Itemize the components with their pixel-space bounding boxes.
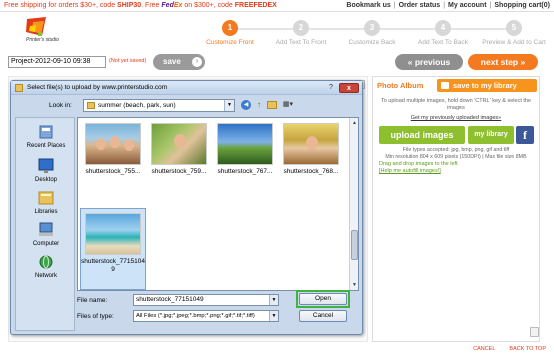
- place-network[interactable]: Network: [16, 254, 76, 279]
- shopping-cart-link[interactable]: Shopping cart(0): [494, 2, 550, 9]
- autofill-help-link[interactable]: [Help me autofill images!]: [379, 168, 441, 174]
- look-in-select[interactable]: summer (beach, park, sun) ▼: [83, 99, 235, 112]
- album-title: Photo Album: [377, 81, 424, 90]
- file-item[interactable]: shutterstock_768...: [278, 123, 344, 176]
- bookmark-link[interactable]: Bookmark us: [346, 2, 390, 9]
- save-button[interactable]: save ›: [153, 54, 205, 70]
- previous-uploads-link[interactable]: Get my previously uploaded images»: [373, 115, 539, 121]
- file-name-input[interactable]: shutterstock_77151049 ▼: [133, 294, 279, 306]
- step-preview-cart[interactable]: 5 Preview & Add to Cart: [479, 20, 549, 46]
- previous-button[interactable]: « previous: [395, 54, 463, 70]
- back-to-top-link[interactable]: BACK TO TOP: [509, 346, 546, 352]
- place-desktop[interactable]: Desktop: [16, 158, 76, 183]
- my-library-button[interactable]: my library: [468, 126, 514, 144]
- scroll-down-icon[interactable]: ▼: [351, 281, 358, 289]
- dialog-title: Select file(s) to upload by www.printers…: [27, 84, 168, 91]
- file-item[interactable]: shutterstock_759...: [146, 123, 212, 176]
- top-links: Bookmark us | Order status | My account | Shop…: [346, 2, 550, 9]
- up-folder-icon[interactable]: ↑: [254, 100, 264, 110]
- dialog-nav-toolbar: ◀ ↑ ▦▾: [241, 99, 301, 112]
- image-thumbnail: [85, 123, 141, 165]
- image-thumbnail: [85, 213, 141, 255]
- step-add-text-back[interactable]: 4 Add Text To Back: [408, 20, 478, 46]
- image-thumbnail: [217, 123, 273, 165]
- place-libraries[interactable]: Libraries: [16, 190, 76, 215]
- recent-places-icon: [39, 125, 53, 139]
- place-computer[interactable]: Computer: [16, 222, 76, 247]
- project-name-input[interactable]: Project-2012-09-10 09:38: [8, 56, 106, 68]
- my-account-link[interactable]: My account: [448, 2, 487, 9]
- new-folder-icon[interactable]: [267, 101, 277, 109]
- places-bar: Recent Places Desktop Libraries Computer…: [15, 117, 75, 331]
- fedex-logo: Fed: [161, 2, 174, 9]
- chevron-down-icon: ▼: [224, 100, 234, 111]
- logo-text: Printer's studio: [26, 37, 59, 43]
- next-step-button[interactable]: next step »: [468, 54, 538, 70]
- folder-icon: [441, 82, 449, 89]
- arrow-right-icon: ›: [192, 57, 202, 67]
- upload-instructions: To upload multiple images, hold down 'CT…: [380, 98, 532, 111]
- file-name-label: File name:: [77, 297, 108, 304]
- save-status: (Not yet saved): [109, 58, 147, 64]
- network-icon: [39, 255, 53, 269]
- close-button[interactable]: x: [339, 83, 359, 93]
- promo-text: Free shipping for orders $30+, code SHIP…: [4, 2, 277, 9]
- upload-images-button[interactable]: upload images: [379, 126, 465, 144]
- drag-drop-note: Drag and drop images to the left: [379, 161, 458, 167]
- chevron-down-icon[interactable]: ▼: [269, 311, 278, 321]
- file-item-selected[interactable]: shutterstock_77151049: [80, 208, 146, 290]
- file-upload-dialog: Select file(s) to upload by www.printers…: [10, 80, 363, 335]
- cancel-button[interactable]: Cancel: [299, 310, 347, 322]
- photo-album-panel: Photo Album save to my library To upload…: [372, 76, 540, 342]
- libraries-icon: [38, 191, 54, 205]
- cancel-link[interactable]: CANCEL: [473, 346, 495, 352]
- progress-steps: 1 Customize Front 2 Add Text To Front 3 …: [195, 20, 550, 46]
- file-item[interactable]: shutterstock_755...: [80, 123, 146, 176]
- folder-icon: [87, 102, 95, 109]
- look-in-label: Look in:: [49, 102, 72, 109]
- trash-icon[interactable]: [530, 327, 539, 337]
- place-recent[interactable]: Recent Places: [16, 124, 76, 149]
- image-thumbnail: [151, 123, 207, 165]
- image-thumbnail: [283, 123, 339, 165]
- back-icon[interactable]: ◀: [241, 100, 251, 110]
- open-button[interactable]: Open: [299, 293, 347, 305]
- view-menu-icon[interactable]: ▦▾: [281, 100, 295, 110]
- file-types-note: File types accepted: jpg, bmp, png, gif …: [385, 147, 527, 160]
- chevron-down-icon[interactable]: ▼: [269, 295, 278, 305]
- promo-bar: Free shipping for orders $30+, code SHIP…: [0, 0, 554, 12]
- file-type-label: Files of type:: [77, 313, 114, 320]
- step-customize-front[interactable]: 1 Customize Front: [195, 20, 265, 46]
- file-list-scrollbar[interactable]: ▲ ▼: [349, 118, 358, 290]
- step-add-text-front[interactable]: 2 Add Text To Front: [266, 20, 336, 46]
- file-item[interactable]: shutterstock_767...: [212, 123, 278, 176]
- dialog-titlebar[interactable]: Select file(s) to upload by www.printers…: [11, 81, 362, 95]
- desktop-icon: [38, 158, 54, 173]
- file-type-select[interactable]: All Files (*.jpg;*.jpeg;*.bmp;*.png;*.gi…: [133, 310, 279, 322]
- help-icon[interactable]: ?: [326, 83, 336, 93]
- facebook-icon[interactable]: f: [516, 126, 534, 144]
- folder-icon: [15, 84, 23, 92]
- bottom-links: CANCEL BACK TO TOP: [459, 346, 546, 352]
- order-status-link[interactable]: Order status: [399, 2, 441, 9]
- save-to-library-button[interactable]: save to my library: [437, 79, 537, 92]
- step-customize-back[interactable]: 3 Customize Back: [337, 20, 407, 46]
- file-list: shutterstock_755... shutterstock_759... …: [77, 117, 359, 291]
- scrollbar-thumb[interactable]: [351, 230, 358, 260]
- scroll-up-icon[interactable]: ▲: [351, 119, 358, 127]
- computer-icon: [39, 222, 53, 236]
